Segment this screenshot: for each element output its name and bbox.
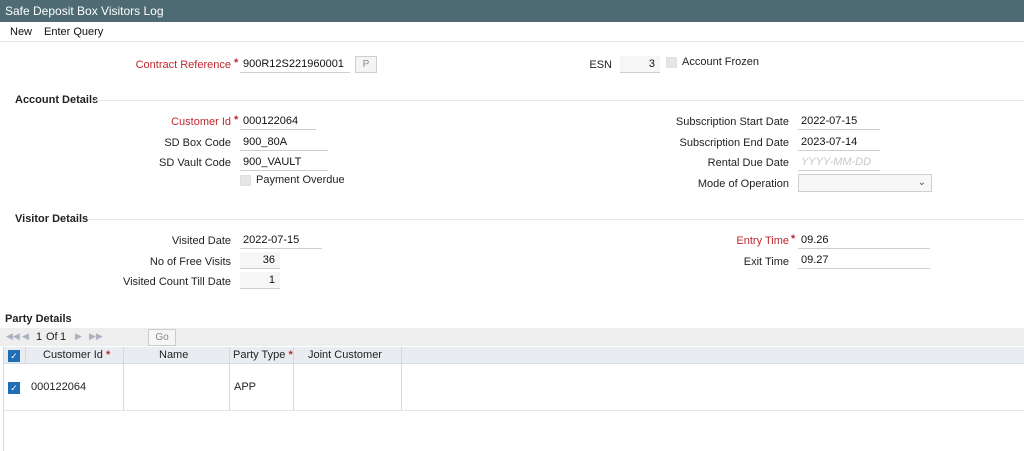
subscription-start-input[interactable]: [798, 113, 880, 130]
sd-box-code-input[interactable]: [240, 134, 328, 151]
window-title: Safe Deposit Box Visitors Log: [0, 0, 1024, 22]
contract-reference-input[interactable]: [240, 56, 350, 73]
esn-label: ESN: [589, 59, 612, 71]
section-divider: [88, 219, 1024, 220]
column-divider: [123, 347, 124, 410]
enter-query-menu-item[interactable]: Enter Query: [44, 26, 103, 38]
go-button[interactable]: Go: [148, 329, 176, 346]
subscription-end-input[interactable]: [798, 134, 880, 151]
visited-date-input[interactable]: [240, 232, 322, 249]
visitor-details-title: Visitor Details: [15, 213, 89, 225]
required-marker: *: [234, 57, 239, 69]
row-checkbox[interactable]: ✓: [8, 382, 20, 394]
new-menu-item[interactable]: New: [10, 26, 32, 38]
next-page-icon[interactable]: ▶: [75, 331, 82, 342]
column-divider: [401, 347, 402, 410]
free-visits-input[interactable]: [240, 252, 280, 269]
account-frozen-checkbox[interactable]: [666, 57, 677, 68]
exit-time-label: Exit Time: [743, 256, 789, 268]
required-marker: *: [234, 114, 239, 126]
column-header-joint-customer[interactable]: Joint Customer: [308, 349, 382, 361]
pager-of-label: Of: [46, 331, 58, 343]
grid-left-border: [3, 347, 4, 451]
first-page-icon[interactable]: ◀◀: [6, 331, 20, 342]
account-details-title: Account Details: [15, 94, 99, 106]
sd-box-code-label: SD Box Code: [164, 137, 231, 149]
p-button[interactable]: P: [355, 56, 377, 73]
mode-of-operation-label: Mode of Operation: [697, 178, 789, 190]
pager-current: 1: [36, 331, 43, 343]
subscription-start-label: Subscription Start Date: [675, 116, 789, 128]
sd-vault-code-label: SD Vault Code: [159, 157, 231, 169]
select-all-checkbox[interactable]: ✓: [8, 350, 20, 362]
chevron-down-icon: ⌄: [917, 177, 926, 188]
cell-party-type[interactable]: APP: [234, 381, 256, 393]
column-divider: [25, 347, 26, 364]
last-page-icon[interactable]: ▶▶: [89, 331, 103, 342]
free-visits-label: No of Free Visits: [149, 256, 231, 268]
rental-due-input[interactable]: [798, 154, 880, 171]
previous-page-icon[interactable]: ◀: [22, 331, 29, 342]
entry-time-input[interactable]: [798, 232, 930, 249]
party-details-title: Party Details: [5, 313, 72, 325]
customer-id-input[interactable]: [240, 113, 316, 130]
required-marker: *: [791, 233, 796, 245]
rental-due-label: Rental Due Date: [707, 157, 789, 169]
subscription-end-label: Subscription End Date: [679, 137, 789, 149]
row-divider: [3, 410, 1024, 411]
mode-of-operation-select[interactable]: ⌄: [798, 174, 932, 192]
column-divider: [229, 347, 230, 410]
contract-reference-label: Contract Reference: [135, 59, 231, 71]
menu-bar: [0, 22, 1024, 42]
section-divider: [95, 100, 1024, 101]
pager-total: 1: [60, 331, 67, 343]
column-header-name[interactable]: Name: [159, 349, 188, 361]
visited-count-label: Visited Count Till Date: [122, 276, 231, 288]
column-header-party-type[interactable]: Party Type *: [233, 349, 293, 361]
account-frozen-label: Account Frozen: [682, 56, 760, 68]
exit-time-input[interactable]: [798, 252, 930, 269]
entry-time-label: Entry Time: [736, 235, 789, 247]
sd-vault-code-input[interactable]: [240, 154, 328, 171]
party-grid-header: [3, 347, 1024, 364]
column-header-customer-id[interactable]: Customer Id *: [43, 349, 110, 361]
cell-customer-id[interactable]: 000122064: [31, 381, 86, 393]
column-divider: [293, 347, 294, 410]
visited-count-input[interactable]: [240, 272, 280, 289]
payment-overdue-checkbox[interactable]: [240, 175, 251, 186]
esn-input[interactable]: [620, 56, 660, 73]
customer-id-label: Customer Id: [171, 116, 231, 128]
payment-overdue-label: Payment Overdue: [256, 174, 345, 186]
visited-date-label: Visited Date: [171, 235, 231, 247]
